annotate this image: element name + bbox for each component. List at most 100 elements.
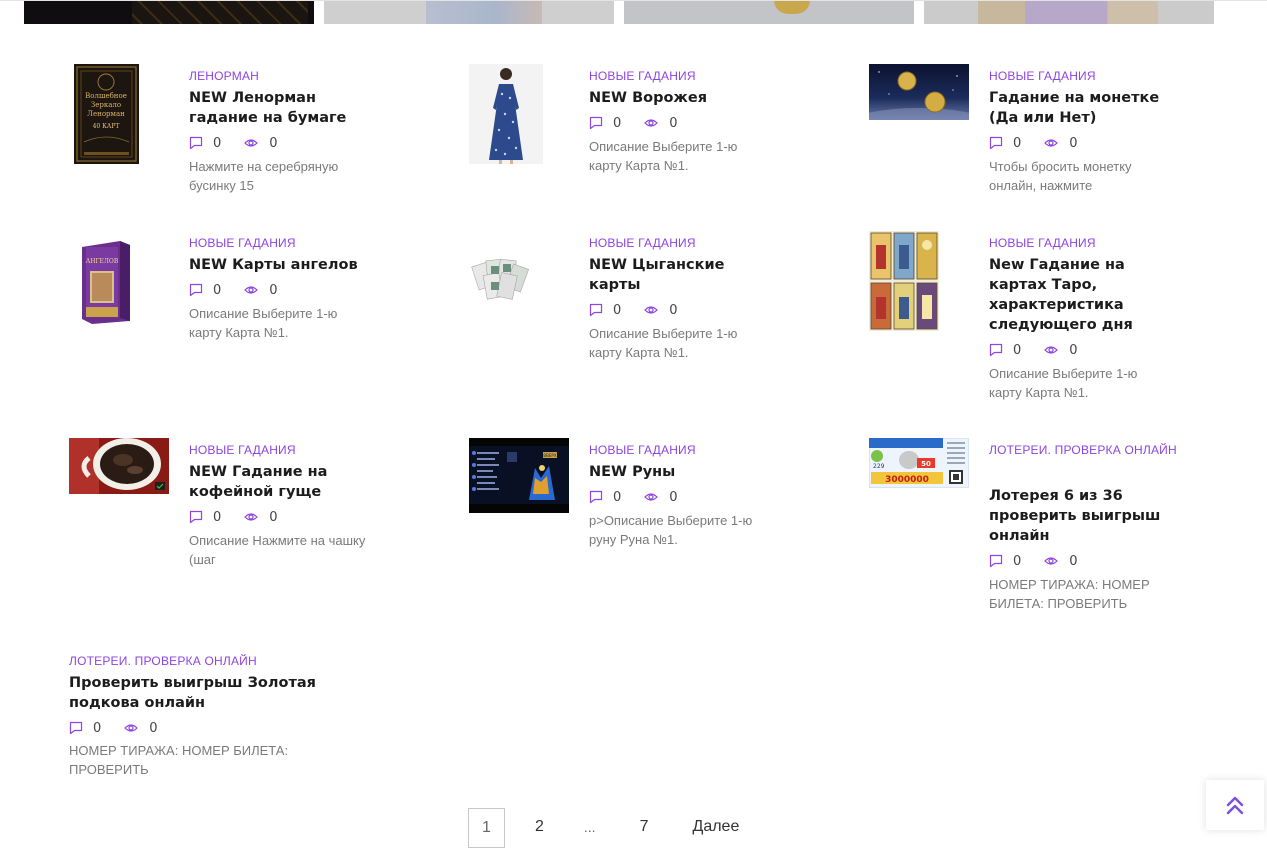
view-count: 0	[669, 489, 678, 505]
double-chevron-up-icon	[1226, 796, 1244, 815]
post-thumbnail[interactable]	[469, 64, 543, 164]
post-thumbnail[interactable]: 229 50 3000000	[869, 438, 969, 488]
runes-image: ВВЕРХ	[469, 438, 569, 513]
tarot-cards-image	[869, 231, 939, 331]
view-count: 0	[269, 282, 278, 298]
post-thumbnail[interactable]	[69, 438, 169, 494]
post-category[interactable]: НОВЫЕ ГАДАНИЯ	[589, 231, 696, 255]
post-title[interactable]: NEW Гадание на кофейной гуще	[189, 462, 379, 502]
post-title[interactable]: NEW Ленорман гадание на бумаге	[189, 88, 379, 128]
comment-count: 0	[1013, 553, 1022, 569]
post-thumbnail[interactable]	[869, 64, 969, 120]
banner-4[interactable]	[924, 0, 1214, 24]
view-count: 0	[269, 135, 278, 151]
angel-cards-box-image: АНГЕЛОВ	[82, 241, 130, 324]
banner-2[interactable]	[324, 0, 614, 24]
eye-icon	[244, 286, 259, 294]
pagination: 1 2 ... 7 Далее	[468, 808, 739, 848]
eye-icon	[644, 306, 659, 314]
view-count: 0	[1069, 135, 1078, 151]
comment-icon[interactable]	[589, 116, 603, 130]
lottery-price: 50	[921, 460, 931, 468]
post-meta: 0 0	[69, 720, 180, 736]
post-excerpt: Описание Нажмите на чашку (шаг	[189, 533, 366, 567]
post-category[interactable]: ЛОТЕРЕИ. ПРОВЕРКА ОНЛАЙН	[989, 438, 1179, 462]
post-meta: 0 0	[589, 489, 700, 505]
post-thumbnail[interactable]: ВВЕРХ	[469, 438, 569, 513]
view-count: 0	[1069, 342, 1078, 358]
post-category[interactable]: НОВЫЕ ГАДАНИЯ	[989, 231, 1096, 255]
post-excerpt: Описание Выберите 1-ю карту Карта №1.	[989, 366, 1138, 400]
post-thumbnail[interactable]	[469, 252, 543, 302]
post-category[interactable]: НОВЫЕ ГАДАНИЯ	[989, 64, 1096, 88]
post-excerpt: Описание Выберите 1-ю карту Карта №1.	[589, 139, 738, 173]
view-count: 0	[149, 720, 158, 736]
lenorman-cover-count: 40 КАРТ	[93, 123, 120, 130]
top-banner-strip	[0, 0, 1267, 24]
post-meta: 0 0	[589, 115, 700, 131]
page-1-current: 1	[468, 808, 505, 848]
post-title[interactable]: Проверить выигрыш Золотая подкова онлайн	[69, 673, 319, 713]
banner-1-image	[132, 0, 308, 24]
post-title[interactable]: New Гадание на картах Таро, характеристи…	[989, 255, 1179, 335]
comment-icon[interactable]	[989, 343, 1003, 357]
post-category[interactable]: НОВЫЕ ГАДАНИЯ	[589, 438, 696, 462]
page-7-link[interactable]: 7	[640, 808, 649, 848]
comment-icon[interactable]	[189, 510, 203, 524]
post-title[interactable]: NEW Цыганские карты	[589, 255, 779, 295]
post-title[interactable]: Лотерея 6 из 36 проверить выигрыш онлайн	[989, 486, 1179, 546]
post-title[interactable]: NEW Карты ангелов	[189, 255, 379, 275]
eye-icon	[124, 724, 139, 732]
banner-1[interactable]	[24, 0, 314, 24]
comment-icon[interactable]	[589, 303, 603, 317]
eye-icon	[644, 493, 659, 501]
comment-count: 0	[213, 135, 222, 151]
post-category[interactable]: НОВЫЕ ГАДАНИЯ	[189, 438, 296, 462]
post-category[interactable]: ЛЕНОРМАН	[189, 64, 259, 88]
comment-icon[interactable]	[989, 554, 1003, 568]
lottery-jackpot: 3000000	[885, 475, 929, 485]
post-meta: 0 0	[989, 342, 1100, 358]
angel-box-title: АНГЕЛОВ	[86, 258, 119, 265]
top-divider	[0, 0, 1267, 1]
next-page-link[interactable]: Далее	[692, 808, 739, 848]
post-thumbnail[interactable]: Волшебное Зеркало Ленорман 40 КАРТ	[74, 64, 139, 164]
comment-count: 0	[613, 115, 622, 131]
post-meta: 0 0	[189, 282, 300, 298]
comment-count: 0	[1013, 342, 1022, 358]
comment-icon[interactable]	[189, 136, 203, 150]
post-excerpt: НОМЕР ТИРАЖА: НОМЕР БИЛЕТА: ПРОВЕРИТЬ	[69, 743, 289, 777]
post-thumbnail[interactable]: АНГЕЛОВ	[82, 241, 130, 324]
post-meta: 0 0	[189, 509, 300, 525]
banner-2-image	[426, 0, 542, 24]
post-title[interactable]: NEW Руны	[589, 462, 779, 482]
post-category[interactable]: НОВЫЕ ГАДАНИЯ	[189, 231, 296, 255]
comment-icon[interactable]	[989, 136, 1003, 150]
banner-3-image	[774, 0, 810, 14]
comment-icon[interactable]	[189, 283, 203, 297]
gypsy-cards-image	[469, 252, 543, 302]
post-excerpt: НОМЕР ТИРАЖА: НОМЕР БИЛЕТА: ПРОВЕРИТЬ	[989, 577, 1150, 611]
lottery-draw-number: 229	[873, 463, 885, 470]
banner-3[interactable]	[624, 0, 914, 24]
post-meta: 0 0	[989, 553, 1100, 569]
comment-count: 0	[93, 720, 102, 736]
post-meta: 0 0	[589, 302, 700, 318]
post-excerpt: Чтобы бросить монетку онлайн, нажмите	[989, 159, 1132, 193]
post-thumbnail[interactable]	[869, 231, 939, 331]
post-excerpt: Нажмите на серебряную бусинку 15	[189, 159, 339, 193]
coffee-cup-image	[69, 438, 169, 494]
post-title[interactable]: Гадание на монетке (Да или Нет)	[989, 88, 1179, 128]
post-category[interactable]: ЛОТЕРЕИ. ПРОВЕРКА ОНЛАЙН	[69, 649, 257, 673]
scroll-to-top-button[interactable]	[1206, 780, 1264, 830]
comment-icon[interactable]	[589, 490, 603, 504]
post-category[interactable]: НОВЫЕ ГАДАНИЯ	[589, 64, 696, 88]
post-meta: 0 0	[989, 135, 1100, 151]
comment-icon[interactable]	[69, 721, 83, 735]
post-title[interactable]: NEW Ворожея	[589, 88, 779, 108]
page-2-link[interactable]: 2	[535, 808, 544, 848]
eye-icon	[1044, 557, 1059, 565]
eye-icon	[244, 513, 259, 521]
view-count: 0	[1069, 553, 1078, 569]
post-excerpt: Описание Выберите 1-ю карту Карта №1.	[589, 326, 738, 360]
